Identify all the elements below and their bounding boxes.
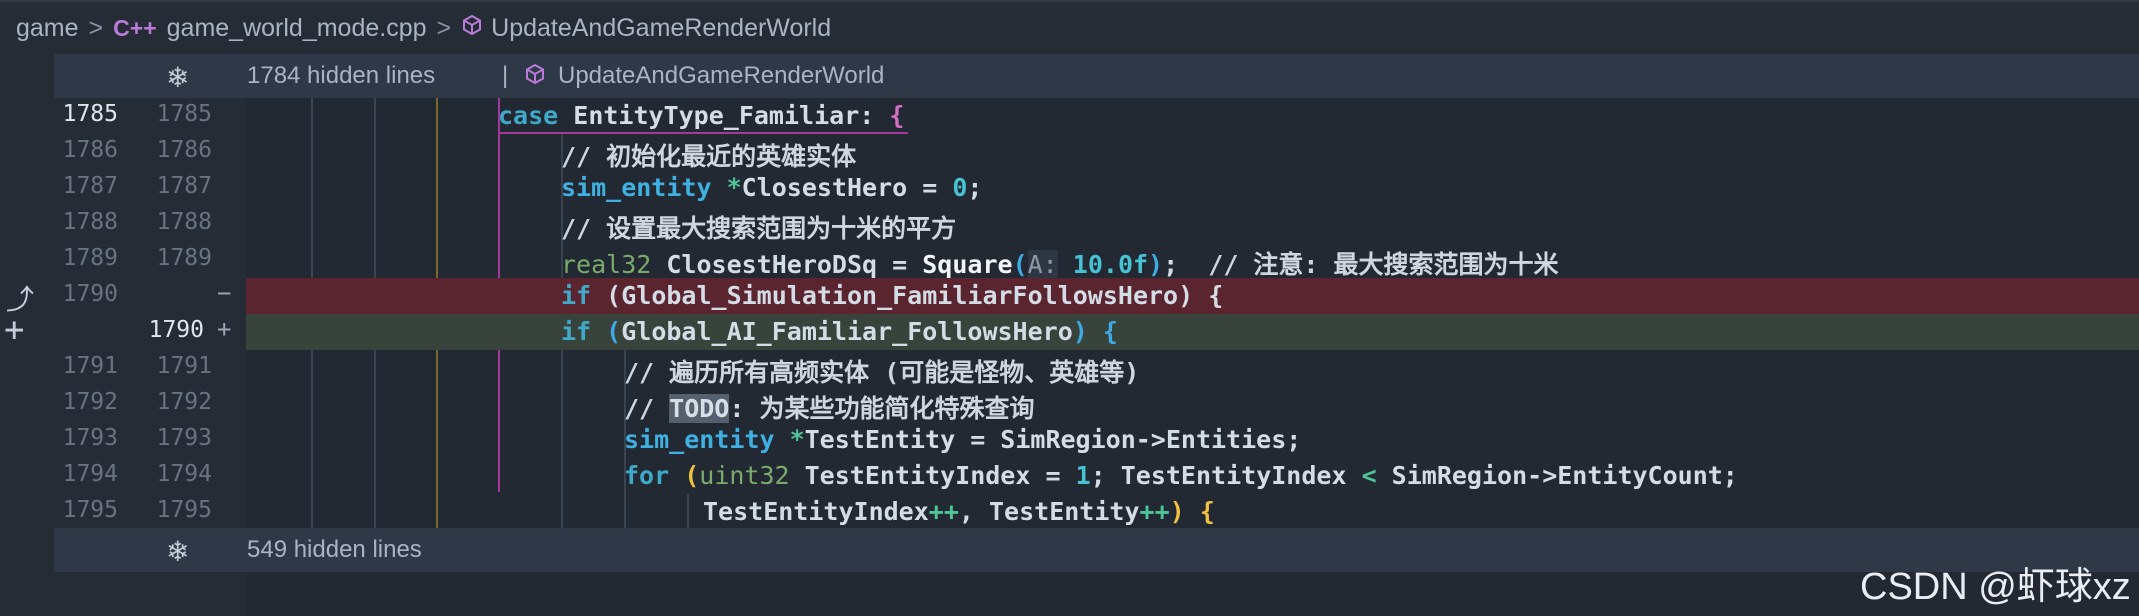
added-line[interactable]: 1790 + if (Global_AI_Familiar_FollowsHer… (0, 314, 2139, 350)
code-text: real32 ClosestHeroDSq = Square(A: 10.0f)… (561, 250, 1559, 279)
code-comment: // 遍历所有高频实体 (可能是怪物、英雄等) (624, 358, 1140, 387)
old-line-number: 1792 (62, 389, 118, 415)
code-text: if (Global_AI_Familiar_FollowsHero) { (561, 317, 1118, 346)
breadcrumb-separator-2: > (436, 13, 452, 42)
old-line-number: 1795 (62, 497, 118, 523)
code-line[interactable]: 1787 1787 sim_entity *ClosestHero = 0; (0, 170, 2139, 206)
new-line-number: 1793 (156, 425, 212, 451)
old-line-number: 1786 (62, 137, 118, 163)
code-line[interactable]: 1791 1791 // 遍历所有高频实体 (可能是怪物、英雄等) (0, 350, 2139, 387)
cube-symbol-icon (524, 62, 546, 93)
new-line-number: 1791 (156, 353, 212, 379)
new-line-number: 1789 (156, 245, 212, 271)
new-line-number: 1792 (156, 389, 212, 415)
code-line[interactable]: 1792 1792 // TODO: 为某些功能简化特殊查询 (0, 386, 2139, 423)
band-symbol-label[interactable]: UpdateAndGameRenderWorld (558, 62, 884, 90)
code-line[interactable]: 1794 1794 for (uint32 TestEntityIndex = … (0, 458, 2139, 494)
code-line[interactable]: 1789 1789 real32 ClosestHeroDSq = Square… (0, 242, 2139, 279)
breadcrumb-file[interactable]: game_world_mode.cpp (167, 14, 427, 43)
code-text: sim_entity *ClosestHero = 0; (561, 173, 983, 202)
breadcrumb: game > C++ game_world_mode.cpp > UpdateA… (0, 0, 2139, 54)
code-text: sim_entity *TestEntity = SimRegion->Enti… (624, 425, 1302, 454)
code-line[interactable]: 1793 1793 sim_entity *TestEntity = SimRe… (0, 422, 2139, 458)
old-line-number: 1789 (62, 245, 118, 271)
cpp-file-icon: C++ (113, 14, 157, 41)
breadcrumb-folder[interactable]: game (16, 14, 79, 43)
new-line-number: 1787 (156, 173, 212, 199)
code-line[interactable]: 1788 1788 // 设置最大搜索范围为十米的平方 (0, 206, 2139, 243)
todo-highlight: TODO (669, 394, 730, 423)
new-line-number: 1794 (156, 461, 212, 487)
code-text: TestEntityIndex++, TestEntity++) { (703, 497, 1215, 526)
old-line-number: 1791 (62, 353, 118, 379)
expand-fold-icon[interactable]: ❄ (166, 61, 189, 94)
new-line-number: 1795 (156, 497, 212, 523)
new-line-number: 1786 (156, 137, 212, 163)
breadcrumb-symbol[interactable]: UpdateAndGameRenderWorld (491, 14, 831, 43)
code-comment: // 初始化最近的英雄实体 (561, 142, 857, 171)
old-line-number: 1788 (62, 209, 118, 235)
hidden-lines-label[interactable]: 549 hidden lines (247, 536, 422, 564)
old-line-number: 1785 (62, 101, 118, 127)
code-line[interactable]: 1785 1785 case EntityType_Familiar: { (0, 98, 2139, 134)
band-separator: | (502, 62, 509, 89)
expand-fold-icon[interactable]: ❄ (166, 535, 189, 568)
added-line-highlight (246, 314, 2139, 350)
code-text: for (uint32 TestEntityIndex = 1; TestEnt… (624, 461, 1738, 490)
breadcrumb-separator: > (88, 13, 104, 42)
code-line[interactable]: 1786 1786 // 初始化最近的英雄实体 (0, 134, 2139, 171)
editor-bottom (54, 572, 2139, 616)
hidden-lines-band-bottom[interactable]: ❄ 549 hidden lines (54, 528, 2139, 572)
code-comment: // 设置最大搜索范围为十米的平方 (561, 214, 957, 243)
code-text: case EntityType_Familiar: { (498, 101, 905, 130)
removed-marker: − (217, 279, 232, 307)
cube-symbol-icon (461, 14, 483, 43)
old-line-number: 1794 (62, 461, 118, 487)
new-line-number: 1788 (156, 209, 212, 235)
add-icon[interactable]: + (4, 310, 24, 350)
line-number-gutter-bottom (54, 572, 246, 616)
added-marker: + (217, 315, 232, 343)
hidden-lines-label[interactable]: 1784 hidden lines (247, 62, 435, 90)
code-comment: // TODO: 为某些功能简化特殊查询 (624, 394, 1035, 423)
watermark: CSDN @虾球xz (1860, 566, 2131, 608)
removed-line[interactable]: 1790 − if (Global_Simulation_FamiliarFol… (0, 278, 2139, 314)
old-line-number: 1793 (62, 425, 118, 451)
parameter-hint: A: (1027, 250, 1058, 279)
old-line-number: 1787 (62, 173, 118, 199)
new-line-number: 1785 (156, 101, 212, 127)
hidden-lines-band-top[interactable]: ❄ 1784 hidden lines | UpdateAndGameRende… (54, 54, 2139, 98)
old-line-number: 1790 (62, 281, 118, 307)
new-line-number: 1790 (148, 317, 204, 343)
code-line[interactable]: 1795 1795 TestEntityIndex++, TestEntity+… (0, 494, 2139, 530)
code-text: if (Global_Simulation_FamiliarFollowsHer… (561, 281, 1224, 310)
